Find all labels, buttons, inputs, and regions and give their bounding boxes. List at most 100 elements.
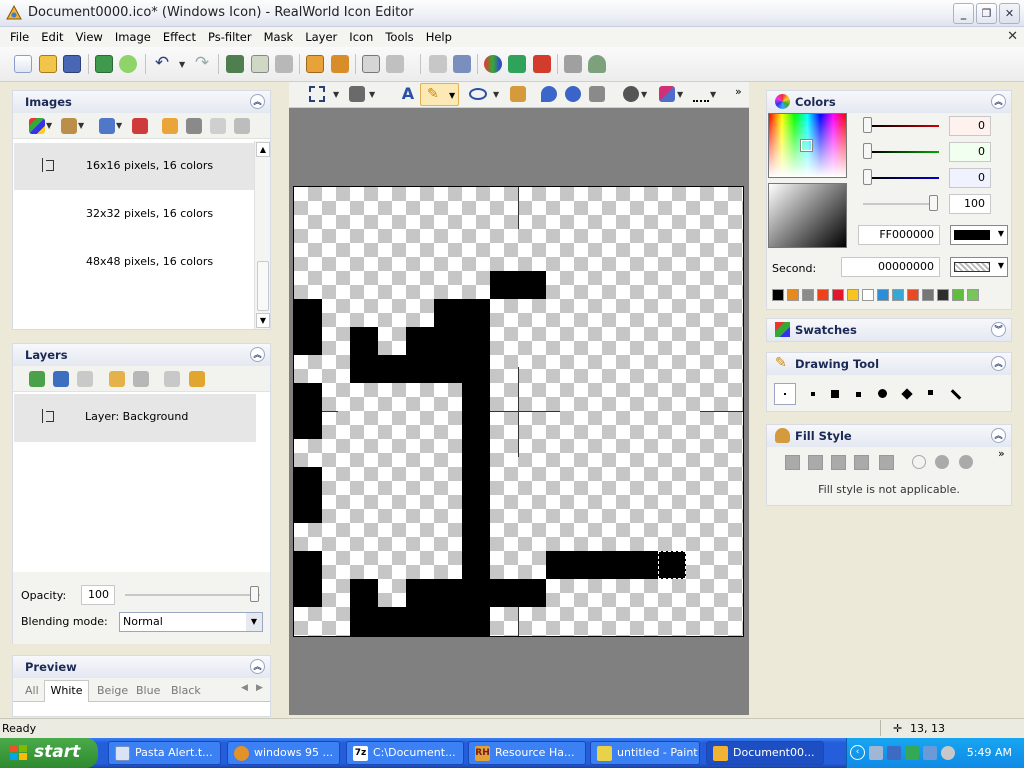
- close-button[interactable]: ✕: [999, 3, 1020, 24]
- brush-size-6[interactable]: [901, 388, 913, 400]
- paste-special-icon[interactable]: [331, 55, 349, 73]
- alpha-input[interactable]: 100: [949, 194, 991, 214]
- menu-icon[interactable]: Icon: [343, 30, 379, 44]
- fill-style-2[interactable]: [808, 455, 823, 470]
- alpha-slider-knob[interactable]: [929, 195, 938, 211]
- second-hex-input[interactable]: 00000000: [841, 257, 940, 277]
- scroll-up-icon[interactable]: ▲: [256, 142, 270, 157]
- brush-icon[interactable]: [565, 86, 581, 102]
- tools-icon[interactable]: [564, 55, 582, 73]
- new-layer-icon[interactable]: [29, 371, 45, 387]
- opacity-input[interactable]: 100: [81, 585, 115, 605]
- layer-list-item[interactable]: Layer: Background: [14, 394, 256, 442]
- palette-swatch[interactable]: [952, 289, 964, 301]
- menu-layer[interactable]: Layer: [299, 30, 343, 44]
- rect-select-icon[interactable]: [309, 86, 325, 102]
- taskbar-item-paint[interactable]: untitled - Paint: [590, 741, 700, 765]
- blue-input[interactable]: 0: [949, 168, 991, 188]
- fill-style-7[interactable]: [935, 455, 949, 469]
- paste-icon[interactable]: [275, 55, 293, 73]
- tab-next-icon[interactable]: ▶: [256, 683, 263, 693]
- image-list-item[interactable]: 48x48 pixels, 16 colors: [14, 239, 256, 286]
- palette-swatch[interactable]: [907, 289, 919, 301]
- fill-style-4[interactable]: [854, 455, 869, 470]
- swatches-panel-header[interactable]: Swatches ︾: [767, 319, 1011, 341]
- eyedropper-icon[interactable]: [541, 86, 557, 102]
- red-slider[interactable]: [871, 125, 939, 127]
- collapse-fill-style-icon[interactable]: ︽: [991, 428, 1006, 443]
- menu-tools[interactable]: Tools: [379, 30, 419, 44]
- shield-icon[interactable]: [533, 55, 551, 73]
- pencil-tool-button[interactable]: ✎ ▼: [420, 83, 459, 106]
- collapse-colors-icon[interactable]: ︽: [991, 94, 1006, 109]
- chevron-down-icon[interactable]: ▼: [998, 229, 1004, 238]
- layout-icon[interactable]: [453, 55, 471, 73]
- red-input[interactable]: 0: [949, 116, 991, 136]
- opacity-slider-knob[interactable]: [250, 586, 259, 602]
- duplicate-icon[interactable]: [306, 55, 324, 73]
- create-image-icon[interactable]: [99, 118, 115, 134]
- menu-help[interactable]: Help: [420, 30, 458, 44]
- menu-mask[interactable]: Mask: [258, 30, 300, 44]
- primary-hex-input[interactable]: FF000000: [858, 225, 940, 245]
- tab-white[interactable]: White: [44, 680, 89, 702]
- tray-network-icon[interactable]: [887, 746, 901, 760]
- move-layer-icon[interactable]: [164, 371, 180, 387]
- primary-color-select[interactable]: ▼: [950, 225, 1008, 245]
- open-folder-icon[interactable]: [39, 55, 57, 73]
- broadcast-icon[interactable]: [119, 55, 137, 73]
- stamp-icon[interactable]: [588, 55, 606, 73]
- copy-image-icon[interactable]: [162, 118, 178, 134]
- chevron-down-icon[interactable]: ▼: [998, 261, 1004, 270]
- clear-image-icon[interactable]: [234, 118, 250, 134]
- collapse-images-icon[interactable]: ︽: [250, 94, 265, 109]
- expand-swatches-icon[interactable]: ︾: [991, 322, 1006, 337]
- magic-wand-icon[interactable]: [349, 86, 365, 102]
- image-format-icon[interactable]: [61, 118, 77, 134]
- icon-canvas[interactable]: [293, 186, 744, 637]
- palette-swatch[interactable]: [772, 289, 784, 301]
- merge-layer-icon[interactable]: [133, 371, 149, 387]
- scroll-down-icon[interactable]: ▼: [256, 313, 270, 328]
- stamp-tool-icon[interactable]: [623, 86, 639, 102]
- hue-picker[interactable]: [768, 113, 847, 178]
- palette-swatch[interactable]: [877, 289, 889, 301]
- brightness-picker[interactable]: [768, 183, 847, 248]
- taskbar-item-7zip[interactable]: 7z C:\Document...: [346, 741, 464, 765]
- collapse-drawing-tool-icon[interactable]: ︽: [991, 356, 1006, 371]
- palette-swatch[interactable]: [847, 289, 859, 301]
- green-slider[interactable]: [871, 151, 939, 153]
- palette-swatch[interactable]: [832, 289, 844, 301]
- cut-image-icon[interactable]: [186, 118, 202, 134]
- brush-size-1[interactable]: [774, 383, 796, 405]
- duplicate-layer-icon[interactable]: [109, 371, 125, 387]
- palette-swatch[interactable]: [817, 289, 829, 301]
- start-button[interactable]: start: [0, 738, 98, 768]
- mdi-close-icon[interactable]: ✕: [1007, 29, 1018, 44]
- pencil-dropdown-icon[interactable]: ▼: [449, 91, 455, 100]
- blue-slider-knob[interactable]: [863, 169, 872, 185]
- tray-app-icon[interactable]: [869, 746, 883, 760]
- cursor-select-icon[interactable]: [386, 55, 404, 73]
- text-tool-icon[interactable]: A: [400, 86, 416, 102]
- image-list-item[interactable]: 32x32 pixels, 16 colors: [14, 191, 256, 238]
- red-slider-knob[interactable]: [863, 117, 872, 133]
- filter-icon[interactable]: [508, 55, 526, 73]
- palette-swatch[interactable]: [967, 289, 979, 301]
- collapse-layers-icon[interactable]: ︽: [250, 347, 265, 362]
- brush-size-5[interactable]: [878, 389, 887, 398]
- palette-swatch[interactable]: [862, 289, 874, 301]
- menu-effect[interactable]: Effect: [157, 30, 202, 44]
- delete-layer-icon[interactable]: [77, 371, 93, 387]
- export-icon[interactable]: [95, 55, 113, 73]
- resize-icon[interactable]: [429, 55, 447, 73]
- taskbar-item-icon-editor[interactable]: Document00...: [706, 741, 824, 765]
- new-file-icon[interactable]: [14, 55, 32, 73]
- menu-edit[interactable]: Edit: [35, 30, 69, 44]
- alpha-slider[interactable]: [863, 203, 935, 205]
- green-input[interactable]: 0: [949, 142, 991, 162]
- fill-style-6[interactable]: [912, 455, 926, 469]
- taskbar-item-resource-hacker[interactable]: RH Resource Ha...: [468, 741, 586, 765]
- undo-icon[interactable]: ↶: [153, 55, 171, 73]
- blending-mode-select[interactable]: Normal ▼: [119, 612, 263, 632]
